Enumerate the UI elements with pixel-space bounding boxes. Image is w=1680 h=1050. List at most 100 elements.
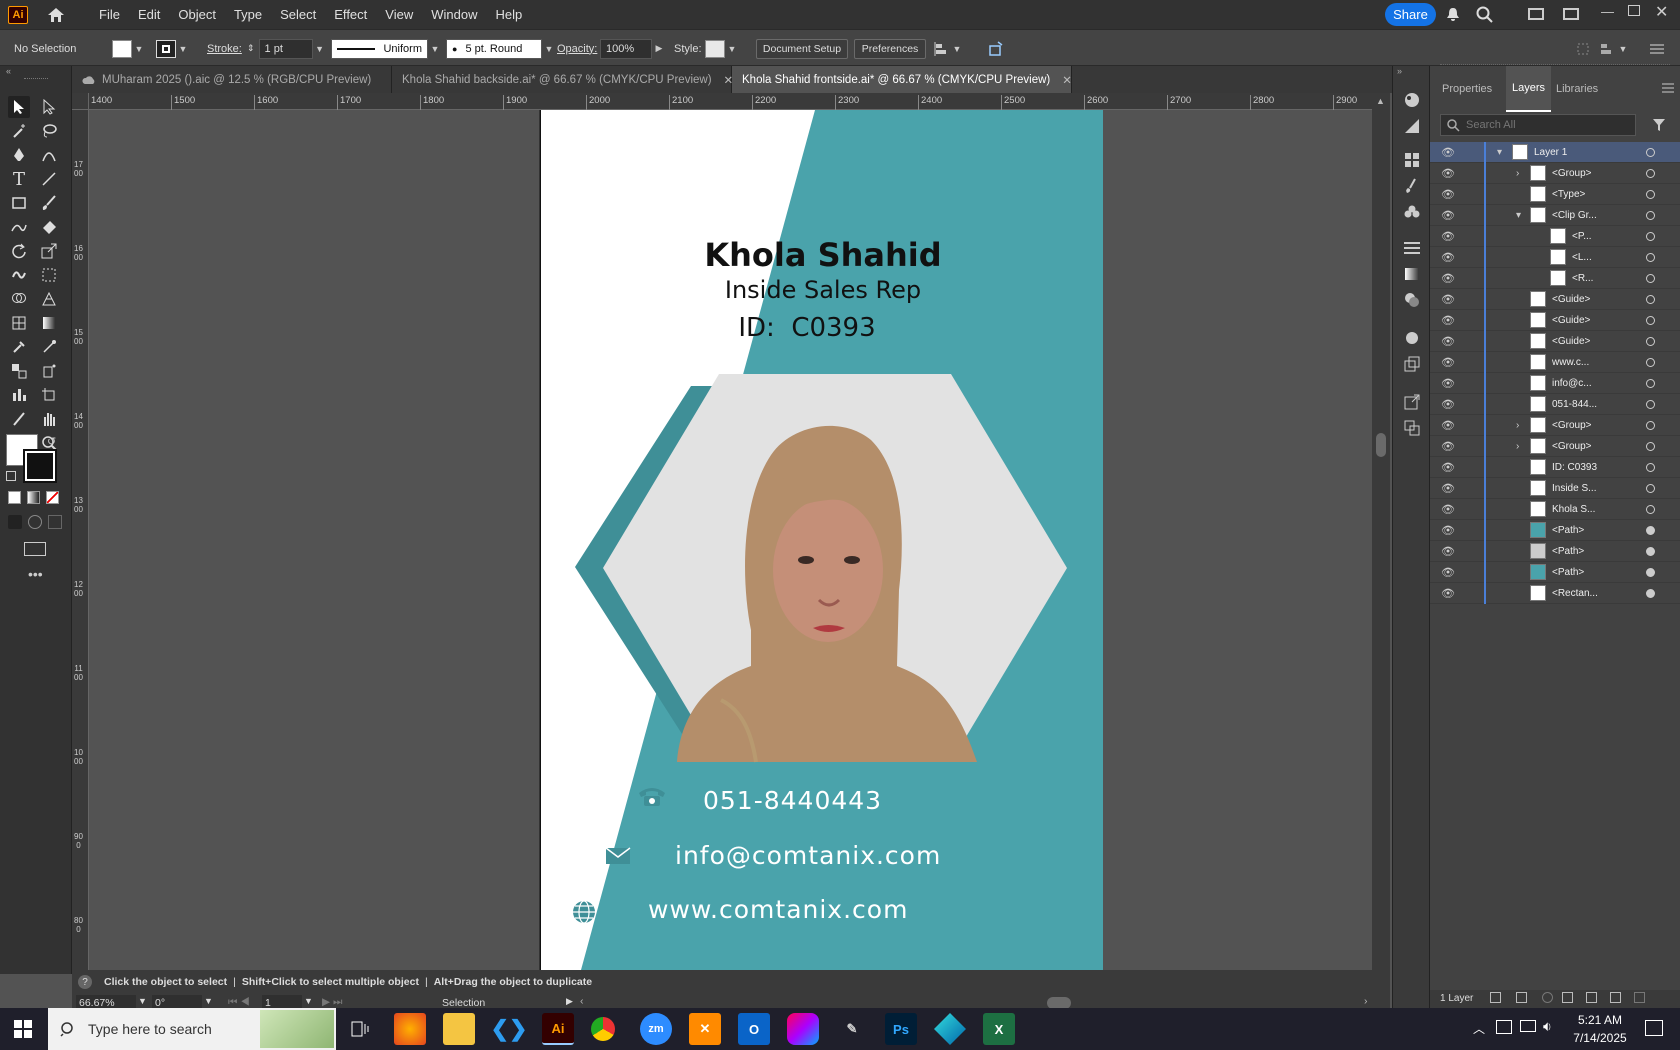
excel-icon[interactable]: X (983, 1013, 1015, 1045)
more-tools-icon[interactable]: ••• (28, 566, 43, 582)
layer-name[interactable]: <L... (1572, 252, 1592, 263)
app-diamond-icon[interactable] (934, 1013, 966, 1045)
close-icon[interactable]: ✕ (1062, 73, 1072, 87)
layer-row[interactable]: 👁︎ www.c... (1430, 351, 1680, 373)
search-icon[interactable] (1476, 6, 1493, 26)
tab-properties[interactable]: Properties (1442, 66, 1492, 112)
chrome-icon[interactable] (591, 1017, 615, 1041)
menu-view[interactable]: View (376, 0, 422, 29)
layer-row[interactable]: 👁︎ <Path> (1430, 561, 1680, 583)
target-circle-icon[interactable] (1646, 357, 1655, 367)
expand-icon[interactable]: » (1397, 66, 1402, 76)
measure-tool-icon[interactable] (38, 336, 60, 358)
chevron-right-icon[interactable]: › (1516, 168, 1519, 179)
canvas[interactable]: Khola Shahid Inside Sales Rep ID: C0393 … (89, 110, 1372, 970)
screen-mode-icon[interactable] (24, 542, 46, 556)
eyedropper-tool-icon[interactable] (8, 336, 30, 358)
rotate-tool-icon[interactable] (8, 240, 30, 262)
document-setup-button[interactable]: Document Setup (756, 38, 848, 59)
magic-wand-tool-icon[interactable] (8, 120, 30, 142)
target-circle-icon[interactable] (1646, 273, 1655, 283)
visibility-eye-icon[interactable]: 👁︎ (1441, 188, 1455, 201)
stroke-panel-icon[interactable] (1402, 238, 1422, 258)
layer-row[interactable]: 👁︎ <Path> (1430, 519, 1680, 541)
chevron-down-icon[interactable]: ▼ (542, 44, 556, 54)
free-transform-tool-icon[interactable] (38, 264, 60, 286)
chevron-up-icon[interactable]: ︿ (1473, 1020, 1485, 1037)
search-input[interactable] (1466, 119, 1626, 131)
target-circle-icon[interactable] (1646, 147, 1655, 157)
visibility-eye-icon[interactable]: 👁︎ (1441, 314, 1455, 327)
rectangle-tool-icon[interactable] (8, 192, 30, 214)
layer-name[interactable]: ID: C0393 (1552, 462, 1597, 473)
ruler-origin[interactable] (72, 93, 89, 110)
notifications-icon[interactable] (1645, 1020, 1663, 1036)
swap-colors-icon[interactable]: ↺ (47, 435, 56, 448)
opacity-label[interactable]: Opacity: (557, 30, 597, 67)
curvature-tool-icon[interactable] (38, 144, 60, 166)
gradient-mode-icon[interactable] (27, 491, 40, 504)
symbol-sprayer-tool-icon[interactable] (38, 360, 60, 382)
layer-name[interactable]: <R... (1572, 273, 1593, 284)
graphic-styles-icon[interactable] (1402, 354, 1422, 374)
visibility-eye-icon[interactable]: 👁︎ (1441, 545, 1455, 558)
target-circle-icon[interactable] (1646, 462, 1655, 472)
layer-row[interactable]: 👁︎ <P... (1430, 225, 1680, 247)
chevron-down-icon[interactable]: ▼ (176, 44, 190, 54)
layer-row[interactable]: 👁︎ › <Group> (1430, 414, 1680, 436)
chevron-down-icon[interactable]: ▼ (725, 44, 739, 54)
restore-icon[interactable] (1628, 5, 1640, 16)
stroke-weight-field[interactable]: 1 pt (258, 38, 313, 59)
visibility-eye-icon[interactable]: 👁︎ (1441, 566, 1455, 579)
paintbrush-tool-icon[interactable] (38, 192, 60, 214)
brushes-icon[interactable] (1402, 176, 1422, 196)
layer-name[interactable]: <Path> (1552, 567, 1584, 578)
default-colors-icon[interactable] (6, 471, 16, 481)
visibility-eye-icon[interactable]: 👁︎ (1441, 167, 1455, 180)
target-circle-icon[interactable] (1646, 315, 1655, 325)
locate-object-icon[interactable] (1542, 992, 1553, 1003)
mesh-tool-icon[interactable] (8, 312, 30, 334)
help-icon[interactable]: ? (78, 975, 92, 989)
layer-row[interactable]: 👁︎ <L... (1430, 246, 1680, 268)
home-icon[interactable] (46, 6, 66, 24)
layer-name[interactable]: Khola S... (1552, 504, 1595, 515)
task-view-icon[interactable] (344, 1013, 376, 1045)
xampp-icon[interactable]: ✕ (689, 1013, 721, 1045)
draw-behind-icon[interactable] (28, 515, 42, 529)
layer-row[interactable]: 👁︎ › <Group> (1430, 162, 1680, 184)
fill-swatch[interactable] (112, 39, 132, 58)
visibility-eye-icon[interactable]: 👁︎ (1441, 356, 1455, 369)
layer-name[interactable]: <Guide> (1552, 294, 1590, 305)
artboard-tool-icon[interactable] (38, 384, 60, 406)
direct-selection-tool-icon[interactable] (38, 96, 60, 118)
target-circle-icon[interactable] (1646, 441, 1655, 451)
target-circle-icon[interactable] (1646, 252, 1655, 262)
layer-row[interactable]: 👁︎ ID: C0393 (1430, 456, 1680, 478)
layer-name[interactable]: <Group> (1552, 420, 1591, 431)
menu-type[interactable]: Type (225, 0, 271, 29)
graphic-style-swatch[interactable] (705, 39, 725, 58)
minimize-icon[interactable]: — (1601, 4, 1614, 19)
none-mode-icon[interactable] (46, 491, 59, 504)
layer-name[interactable]: <Type> (1552, 189, 1585, 200)
variable-width-profile[interactable]: Uniform (331, 38, 428, 59)
chevron-down-icon[interactable]: ▼ (304, 996, 313, 1006)
layer-name[interactable]: Inside S... (1552, 483, 1596, 494)
menu-object[interactable]: Object (169, 0, 225, 29)
visibility-eye-icon[interactable]: 👁︎ (1441, 230, 1455, 243)
visibility-eye-icon[interactable]: 👁︎ (1441, 524, 1455, 537)
pathfinder-icon[interactable] (1402, 418, 1422, 438)
target-circle-icon[interactable] (1646, 483, 1655, 493)
swatches-icon[interactable] (1402, 150, 1422, 170)
menu-window[interactable]: Window (422, 0, 486, 29)
target-circle-icon[interactable] (1646, 378, 1655, 388)
scroll-thumb[interactable] (1376, 433, 1386, 457)
tab-backside[interactable]: Khola Shahid backside.ai* @ 66.67 % (CMY… (392, 66, 733, 93)
zoom-icon[interactable]: zm (640, 1013, 672, 1045)
new-layer-icon[interactable] (1610, 992, 1621, 1003)
filter-icon[interactable] (1652, 118, 1666, 135)
recolor-icon[interactable] (988, 30, 1004, 67)
layer-name[interactable]: Layer 1 (1534, 147, 1567, 158)
tab-layers[interactable]: Layers (1506, 66, 1552, 112)
